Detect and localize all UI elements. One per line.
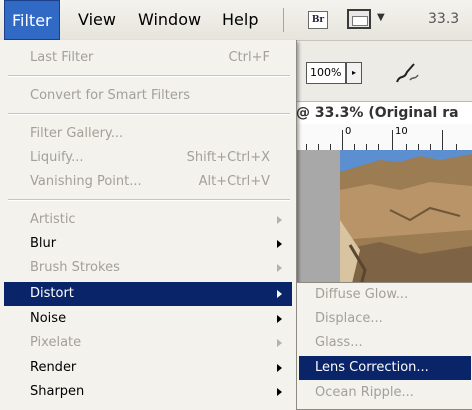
submenu-item-diffuse-glow[interactable]: Diffuse Glow... <box>299 283 471 307</box>
menu-item-brush-strokes[interactable]: Brush Strokes <box>4 256 292 280</box>
ruler-tick <box>342 130 343 150</box>
menu-item-blur[interactable]: Blur <box>4 232 292 256</box>
submenu-arrow-icon <box>277 388 282 396</box>
document-title: @ 33.3% (Original ra <box>296 102 472 124</box>
submenu-arrow-icon <box>277 315 282 323</box>
menu-separator <box>8 113 290 115</box>
menu-item-pixelate[interactable]: Pixelate <box>4 331 292 355</box>
submenu-item-ocean-ripple[interactable]: Ocean Ripple... <box>299 381 471 405</box>
brush-icon[interactable] <box>392 58 422 88</box>
menu-item-label: Filter Gallery... <box>30 126 124 141</box>
shortcut-label: Alt+Ctrl+V <box>198 174 270 189</box>
submenu-arrow-icon <box>277 264 282 272</box>
ruler-tick <box>442 130 443 150</box>
zoom-level-readout: 33.3 <box>428 11 460 27</box>
horizontal-ruler: 0 10 <box>296 124 472 151</box>
submenu-item-glass[interactable]: Glass... <box>299 331 471 355</box>
menu-item-last-filter[interactable]: Last Filter Ctrl+F <box>4 46 292 70</box>
screen-mode-icon[interactable] <box>347 9 371 29</box>
menu-item-label: Liquify... <box>30 150 84 165</box>
distort-submenu: Diffuse Glow... Displace... Glass... Len… <box>296 282 472 410</box>
zoom-arrow-button[interactable]: ▸ <box>346 62 362 84</box>
menu-window[interactable]: Window <box>138 0 201 40</box>
submenu-arrow-icon <box>277 290 282 298</box>
ruler-label: 10 <box>395 126 408 137</box>
menu-item-label: Render <box>30 360 77 375</box>
menu-item-label: Convert for Smart Filters <box>30 88 190 103</box>
submenu-arrow-icon <box>277 339 282 347</box>
menu-help[interactable]: Help <box>222 0 258 40</box>
filter-dropdown-menu: Last Filter Ctrl+F Convert for Smart Fil… <box>0 40 297 410</box>
menu-item-render[interactable]: Render <box>4 356 292 380</box>
menu-item-distort[interactable]: Distort <box>4 282 292 306</box>
menu-item-label: Sharpen <box>30 384 85 399</box>
submenu-arrow-icon <box>277 364 282 372</box>
menu-item-label: Vanishing Point... <box>30 174 142 189</box>
menu-item-label: Blur <box>30 236 57 251</box>
menu-item-filter-gallery[interactable]: Filter Gallery... <box>4 122 292 146</box>
menu-item-label: Artistic <box>30 212 76 227</box>
submenu-item-displace[interactable]: Displace... <box>299 307 471 331</box>
menu-item-label: Noise <box>30 311 67 326</box>
submenu-arrow-icon <box>277 240 282 248</box>
menu-item-label: Last Filter <box>30 50 94 65</box>
submenu-item-lens-correction[interactable]: Lens Correction... <box>299 356 471 380</box>
menu-item-label: Pixelate <box>30 335 82 350</box>
bridge-icon[interactable]: Br <box>308 11 328 29</box>
submenu-arrow-icon <box>277 216 282 224</box>
menu-item-liquify[interactable]: Liquify... Shift+Ctrl+X <box>4 146 292 170</box>
zoom-percent-field[interactable]: 100% <box>306 62 346 84</box>
menu-item-sharpen[interactable]: Sharpen <box>4 380 292 404</box>
menubar-divider <box>283 8 284 32</box>
menu-item-vanishing-point[interactable]: Vanishing Point... Alt+Ctrl+V <box>4 170 292 194</box>
menu-filter[interactable]: Filter <box>4 0 60 40</box>
menu-view[interactable]: View <box>78 0 116 40</box>
shortcut-label: Shift+Ctrl+X <box>186 150 270 165</box>
menu-item-label: Brush Strokes <box>30 260 120 275</box>
menu-item-artistic[interactable]: Artistic <box>4 208 292 232</box>
ruler-label: 0 <box>345 126 352 137</box>
menu-bar: Filter View Window Help Br ▼ 33.3 <box>0 0 472 41</box>
menu-item-label: Distort <box>30 286 74 301</box>
menu-separator <box>8 75 290 77</box>
shortcut-label: Ctrl+F <box>228 50 270 65</box>
menu-item-noise[interactable]: Noise <box>4 307 292 331</box>
menu-item-convert-smart-filters[interactable]: Convert for Smart Filters <box>4 84 292 108</box>
ruler-tick <box>392 130 393 150</box>
chevron-down-icon[interactable]: ▼ <box>377 12 385 23</box>
menu-separator <box>8 199 290 201</box>
